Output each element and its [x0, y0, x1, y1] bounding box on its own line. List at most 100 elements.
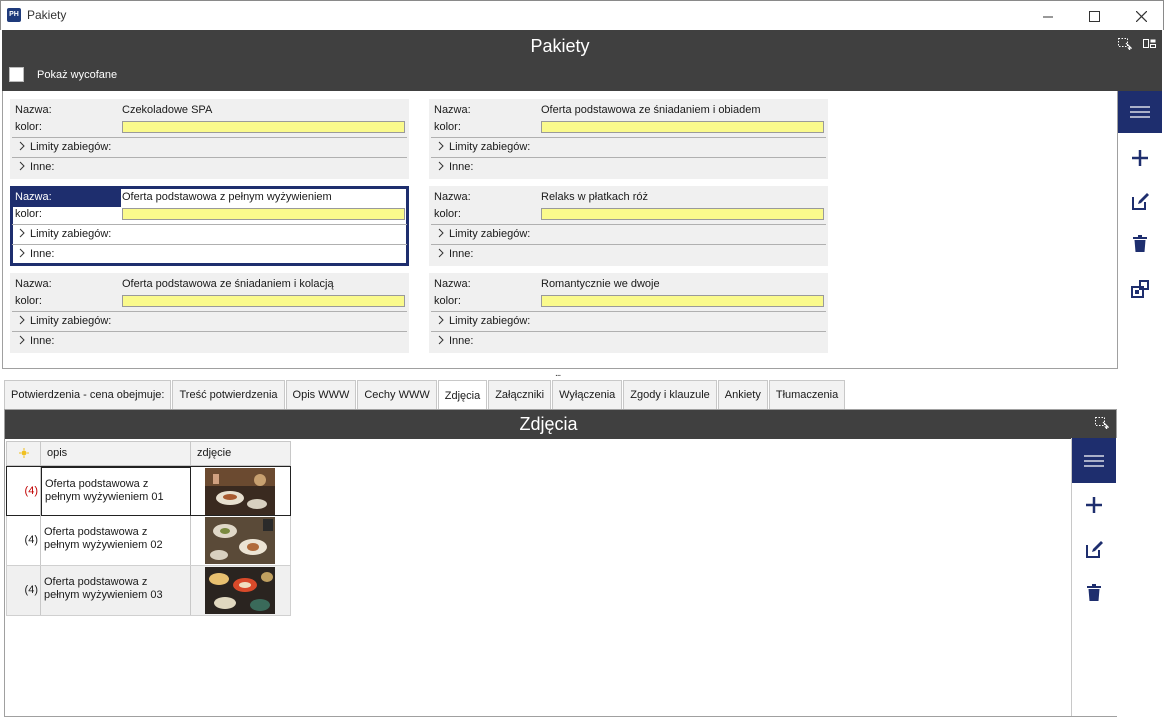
color-field[interactable]	[541, 295, 824, 307]
chevron-right-icon	[438, 248, 444, 258]
chevron-right-icon	[438, 161, 444, 171]
limits-section[interactable]: Limity zabiegów:	[431, 224, 826, 243]
package-card[interactable]: Nazwa: Relaks w płatkach róż kolor: Limi…	[429, 186, 828, 266]
packages-header: Pakiety Pokaż wycofane	[2, 30, 1162, 91]
other-section[interactable]: Inne:	[431, 331, 826, 350]
show-withdrawn-row[interactable]: Pokaż wycofane	[9, 67, 117, 82]
edit-package-button[interactable]	[1118, 186, 1162, 216]
package-card[interactable]: Nazwa: Romantycznie we dwoje kolor: Limi…	[429, 273, 828, 353]
other-section[interactable]: Inne:	[12, 157, 407, 176]
color-field[interactable]	[541, 121, 824, 133]
color-field[interactable]	[122, 208, 405, 220]
selection-icon[interactable]	[1118, 38, 1133, 51]
tab-confirmation-text[interactable]: Treść potwierdzenia	[172, 380, 285, 409]
add-package-button[interactable]	[1118, 143, 1162, 173]
column-header-desc[interactable]: opis	[41, 442, 191, 465]
color-label: kolor:	[434, 121, 461, 133]
app-icon: PH	[7, 8, 21, 22]
package-card[interactable]: Nazwa: Oferta podstawowa ze śniadaniem i…	[429, 99, 828, 179]
chevron-right-icon	[438, 335, 444, 345]
table-row[interactable]: (4) Oferta podstawowa z pełnym wyżywieni…	[6, 516, 291, 566]
row-count: (4)	[7, 566, 41, 615]
minimize-button[interactable]	[1025, 1, 1071, 31]
tab-attachments[interactable]: Załączniki	[488, 380, 552, 409]
desc-line-2: pełnym wyżywieniem 03	[44, 589, 163, 601]
window-title: Pakiety	[27, 8, 67, 22]
delete-package-button[interactable]	[1118, 229, 1162, 259]
menu-icon	[1084, 454, 1104, 467]
tab-translations[interactable]: Tłumaczenia	[768, 380, 846, 409]
delete-photo-button[interactable]	[1072, 578, 1116, 608]
photos-menu-button[interactable]	[1072, 438, 1116, 483]
color-field[interactable]	[122, 295, 405, 307]
tab-photos[interactable]: Zdjęcia	[437, 380, 488, 410]
other-label: Inne:	[449, 248, 474, 260]
tab-surveys[interactable]: Ankiety	[717, 380, 768, 409]
name-label: Nazwa:	[15, 278, 52, 290]
tab-www-features[interactable]: Cechy WWW	[357, 380, 437, 409]
desc-line-1: Oferta podstawowa z	[44, 576, 148, 588]
limits-section[interactable]: Limity zabiegów:	[12, 224, 407, 243]
grid-header: opis zdjęcie	[6, 441, 291, 466]
other-label: Inne:	[30, 248, 55, 260]
limits-section[interactable]: Limity zabiegów:	[431, 137, 826, 156]
edit-icon	[1086, 541, 1103, 558]
photo-thumbnail[interactable]	[205, 468, 275, 515]
photo-thumbnail[interactable]	[205, 567, 275, 614]
color-label: kolor:	[434, 295, 461, 307]
color-field[interactable]	[541, 208, 824, 220]
package-name[interactable]: Relaks w płatkach róż	[541, 191, 648, 203]
edit-photo-button[interactable]	[1072, 534, 1116, 564]
table-row[interactable]: (4) Oferta podstawowa z pełnym wyżywieni…	[6, 566, 291, 616]
package-name[interactable]: Oferta podstawowa ze śniadaniem i obiade…	[541, 104, 761, 116]
chevron-right-icon	[19, 161, 25, 171]
row-description: Oferta podstawowa z pełnym wyżywieniem 0…	[41, 516, 191, 565]
photos-title: Zdjęcia	[519, 414, 578, 434]
color-field[interactable]	[122, 121, 405, 133]
name-label: Nazwa:	[15, 191, 52, 203]
edit-icon	[1132, 193, 1149, 210]
package-name[interactable]: Oferta podstawowa z pełnym wyżywieniem	[122, 191, 332, 203]
limits-label: Limity zabiegów:	[449, 228, 531, 240]
other-section[interactable]: Inne:	[431, 244, 826, 263]
add-icon	[1132, 150, 1148, 166]
photos-toolbar	[1071, 438, 1117, 716]
maximize-button[interactable]	[1071, 1, 1117, 31]
package-card[interactable]: Nazwa: Czekoladowe SPA kolor: Limity zab…	[10, 99, 409, 179]
package-name[interactable]: Romantycznie we dwoje	[541, 278, 660, 290]
panel-splitter[interactable]: ...	[555, 368, 561, 379]
show-withdrawn-checkbox[interactable]	[9, 67, 24, 82]
packages-menu-button[interactable]	[1118, 91, 1162, 133]
table-row[interactable]: (4) Oferta podstawowa z pełnym wyżywieni…	[6, 466, 291, 516]
packages-toolbar	[1118, 91, 1162, 369]
row-description: Oferta podstawowa z pełnym wyżywieniem 0…	[41, 566, 191, 615]
tab-bar: Potwierdzenia - cena obejmuje: Treść pot…	[4, 380, 846, 410]
add-icon	[1086, 497, 1102, 513]
chevron-right-icon	[19, 141, 25, 151]
export-package-button[interactable]	[1118, 274, 1162, 304]
desc-line-2: pełnym wyżywieniem 01	[45, 491, 164, 503]
close-button[interactable]	[1118, 1, 1164, 31]
tab-exclusions[interactable]: Wyłączenia	[552, 380, 623, 409]
page-title: Pakiety	[530, 36, 590, 56]
tab-consents[interactable]: Zgody i klauzule	[623, 380, 717, 409]
add-photo-button[interactable]	[1072, 490, 1116, 520]
selection-icon[interactable]	[1095, 417, 1109, 429]
limits-section[interactable]: Limity zabiegów:	[12, 137, 407, 156]
column-header-photo[interactable]: zdjęcie	[191, 442, 291, 465]
photo-thumbnail[interactable]	[205, 517, 275, 564]
limits-section[interactable]: Limity zabiegów:	[431, 311, 826, 330]
package-card-selected[interactable]: Nazwa: Oferta podstawowa z pełnym wyżywi…	[10, 186, 409, 266]
other-section[interactable]: Inne:	[12, 331, 407, 350]
limits-label: Limity zabiegów:	[30, 228, 112, 240]
other-section[interactable]: Inne:	[12, 244, 407, 263]
package-name[interactable]: Oferta podstawowa ze śniadaniem i kolacj…	[122, 278, 334, 290]
color-label: kolor:	[15, 121, 42, 133]
other-section[interactable]: Inne:	[431, 157, 826, 176]
tab-confirmations[interactable]: Potwierdzenia - cena obejmuje:	[4, 380, 172, 409]
limits-section[interactable]: Limity zabiegów:	[12, 311, 407, 330]
layout-icon[interactable]	[1143, 38, 1157, 50]
tab-www-description[interactable]: Opis WWW	[285, 380, 357, 409]
package-card[interactable]: Nazwa: Oferta podstawowa ze śniadaniem i…	[10, 273, 409, 353]
package-name[interactable]: Czekoladowe SPA	[122, 104, 212, 116]
